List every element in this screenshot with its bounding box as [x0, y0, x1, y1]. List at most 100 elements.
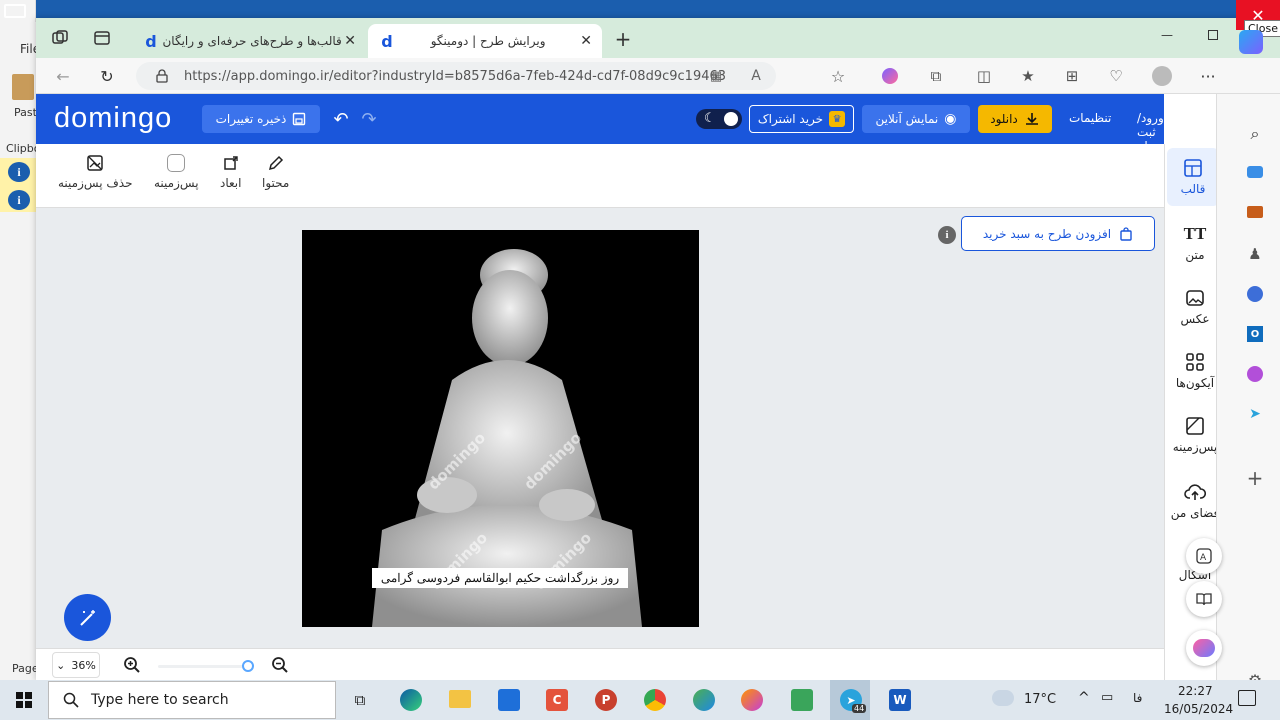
- download-button[interactable]: دانلود: [978, 105, 1052, 133]
- image-icon: [1185, 288, 1205, 308]
- info-icon: i: [8, 162, 30, 182]
- browser-essentials-icon[interactable]: ♡: [1106, 66, 1126, 86]
- sidebar-item-background[interactable]: پس‌زمینه: [1169, 416, 1221, 454]
- clock-time[interactable]: 22:27: [1178, 684, 1213, 698]
- split-screen-icon[interactable]: ◫: [974, 66, 994, 86]
- add-to-cart-button[interactable]: افزودن طرح به سبد خرید: [961, 216, 1155, 251]
- add-sidebar-app-icon[interactable]: +: [1245, 466, 1265, 490]
- telegram-send-icon[interactable]: ➤: [1245, 404, 1265, 424]
- more-menu-icon[interactable]: ···: [1198, 66, 1218, 86]
- maximize-icon[interactable]: [1202, 24, 1224, 46]
- new-tab-icon[interactable]: +: [612, 27, 634, 51]
- background-tool[interactable]: پس‌زمینه: [154, 154, 199, 190]
- caption-text[interactable]: روز بزرگداشت حکیم ابوالقاسم فردوسی گرامی: [372, 568, 628, 588]
- app-green-icon[interactable]: [791, 689, 813, 711]
- store-icon[interactable]: [498, 689, 520, 711]
- temperature[interactable]: 17°C: [1024, 692, 1056, 707]
- weather-cloud-icon[interactable]: [992, 690, 1014, 706]
- buy-subscription-button[interactable]: خرید اشتراک ♛: [749, 105, 854, 133]
- tab-actions-icon[interactable]: [92, 28, 112, 48]
- info-icon[interactable]: i: [938, 226, 956, 244]
- read-aloud-icon[interactable]: A: [748, 68, 764, 84]
- search-icon[interactable]: ⌕: [1245, 124, 1265, 144]
- paste-icon[interactable]: [12, 74, 34, 100]
- designer-icon[interactable]: [1247, 366, 1263, 382]
- design-canvas[interactable]: domingo domingo domingo domingo روز بزرگ…: [302, 230, 699, 627]
- remove-background-tool[interactable]: حذف پس‌زمینه: [58, 154, 133, 190]
- online-preview-button[interactable]: نمایش آنلاین ◉: [862, 105, 970, 133]
- content-tool[interactable]: محتوا: [262, 154, 289, 190]
- page-status: Page: [12, 662, 39, 675]
- ai-brain-icon[interactable]: [1186, 630, 1222, 666]
- lock-icon: [154, 68, 170, 84]
- save-icon[interactable]: [4, 4, 26, 18]
- copilot-extension-icon[interactable]: [882, 68, 898, 84]
- back-icon[interactable]: ←: [52, 66, 74, 86]
- minimize-icon[interactable]: —: [1156, 24, 1178, 46]
- save-changes-button[interactable]: ذخیره تغییرات: [202, 105, 320, 133]
- sidebar-label: پس‌زمینه: [1172, 440, 1218, 454]
- sidebar-item-my-space[interactable]: فضای من: [1169, 482, 1221, 520]
- domingo-logo[interactable]: domingo: [54, 102, 172, 135]
- language-indicator[interactable]: فا: [1133, 691, 1142, 705]
- workspaces-icon[interactable]: [50, 28, 70, 48]
- undo-icon[interactable]: ↶: [330, 108, 352, 130]
- word-taskbar-icon[interactable]: W: [889, 689, 911, 711]
- file-explorer-icon[interactable]: [449, 690, 471, 708]
- immersive-reader-icon[interactable]: [1186, 581, 1222, 617]
- zoom-slider-thumb[interactable]: [242, 660, 254, 672]
- browser-app-icon[interactable]: [693, 689, 715, 711]
- editor-header: domingo ذخیره تغییرات ↶ ↷ ☾ خرید اشتراک …: [36, 94, 1164, 153]
- clock-date[interactable]: 16/05/2024: [1164, 702, 1233, 716]
- tab-editor[interactable]: d ویرایش طرح | دومینگو ✕: [368, 24, 602, 58]
- translate-icon[interactable]: A: [1186, 538, 1222, 574]
- url-bar[interactable]: https://app.domingo.ir/editor?industryId…: [136, 62, 776, 90]
- sidebar-item-text[interactable]: TT متن: [1169, 224, 1221, 262]
- copilot-icon[interactable]: [1239, 30, 1263, 54]
- games-icon[interactable]: ♟: [1245, 244, 1265, 264]
- microsoft-365-icon[interactable]: [1247, 286, 1263, 302]
- sidebar-item-image[interactable]: عکس: [1169, 288, 1221, 326]
- notifications-icon[interactable]: [1238, 690, 1256, 706]
- app-available-icon[interactable]: ▦: [708, 68, 724, 84]
- shopping-tag-icon[interactable]: [1247, 166, 1263, 178]
- firefox-icon[interactable]: [741, 689, 763, 711]
- shopping-bag-icon: [1119, 226, 1133, 241]
- redo-icon[interactable]: ↷: [358, 108, 380, 130]
- save-label: ذخیره تغییرات: [215, 112, 287, 126]
- favorites-icon[interactable]: ★: [1018, 66, 1038, 86]
- refresh-icon[interactable]: ↻: [96, 66, 118, 86]
- taskbar-search-box[interactable]: Type here to search: [48, 681, 336, 719]
- sidebar-item-icons[interactable]: آیکون‌ها: [1169, 352, 1221, 390]
- settings-link[interactable]: تنظیمات: [1069, 111, 1111, 125]
- app-p-icon[interactable]: P: [595, 689, 617, 711]
- task-view-icon[interactable]: ⧉: [350, 690, 370, 710]
- moon-icon: ☾: [704, 111, 716, 126]
- app-c-icon[interactable]: C: [546, 689, 568, 711]
- outlook-icon[interactable]: O: [1247, 326, 1263, 342]
- zoom-select[interactable]: ⌄ 36%: [52, 652, 100, 678]
- windows-start-icon[interactable]: [14, 690, 34, 710]
- dimensions-tool[interactable]: ابعاد: [220, 154, 241, 190]
- tools-icon[interactable]: [1247, 206, 1263, 218]
- tab-bar: d قالب‌ها و طرح‌های حرفه‌ای و رایگان ✕ d…: [36, 0, 1280, 58]
- battery-icon[interactable]: ▭: [1101, 690, 1113, 705]
- zoom-out-icon[interactable]: [270, 655, 290, 675]
- chevron-up-icon[interactable]: ^: [1078, 690, 1090, 706]
- extensions-icon[interactable]: ⧉: [926, 66, 946, 86]
- favorite-star-icon[interactable]: ☆: [828, 66, 848, 86]
- chrome-icon[interactable]: [644, 689, 666, 711]
- magic-tool-button[interactable]: [64, 594, 111, 641]
- zoom-slider[interactable]: [158, 660, 254, 672]
- dark-mode-toggle[interactable]: ☾: [696, 109, 742, 129]
- edge-sidebar: ⌕ ♟ O ➤ + ⚙: [1216, 30, 1280, 690]
- sidebar-item-template[interactable]: قالب: [1167, 148, 1219, 206]
- tab-templates[interactable]: d قالب‌ها و طرح‌های حرفه‌ای و رایگان ✕: [132, 24, 366, 58]
- close-tab-icon[interactable]: ✕: [580, 33, 592, 49]
- sidebar-label: فضای من: [1170, 506, 1220, 520]
- collections-icon[interactable]: ⊞: [1062, 66, 1082, 86]
- zoom-in-icon[interactable]: [122, 655, 142, 675]
- close-tab-icon[interactable]: ✕: [344, 33, 356, 49]
- edge-taskbar-icon[interactable]: [400, 689, 422, 711]
- profile-avatar[interactable]: [1152, 66, 1172, 86]
